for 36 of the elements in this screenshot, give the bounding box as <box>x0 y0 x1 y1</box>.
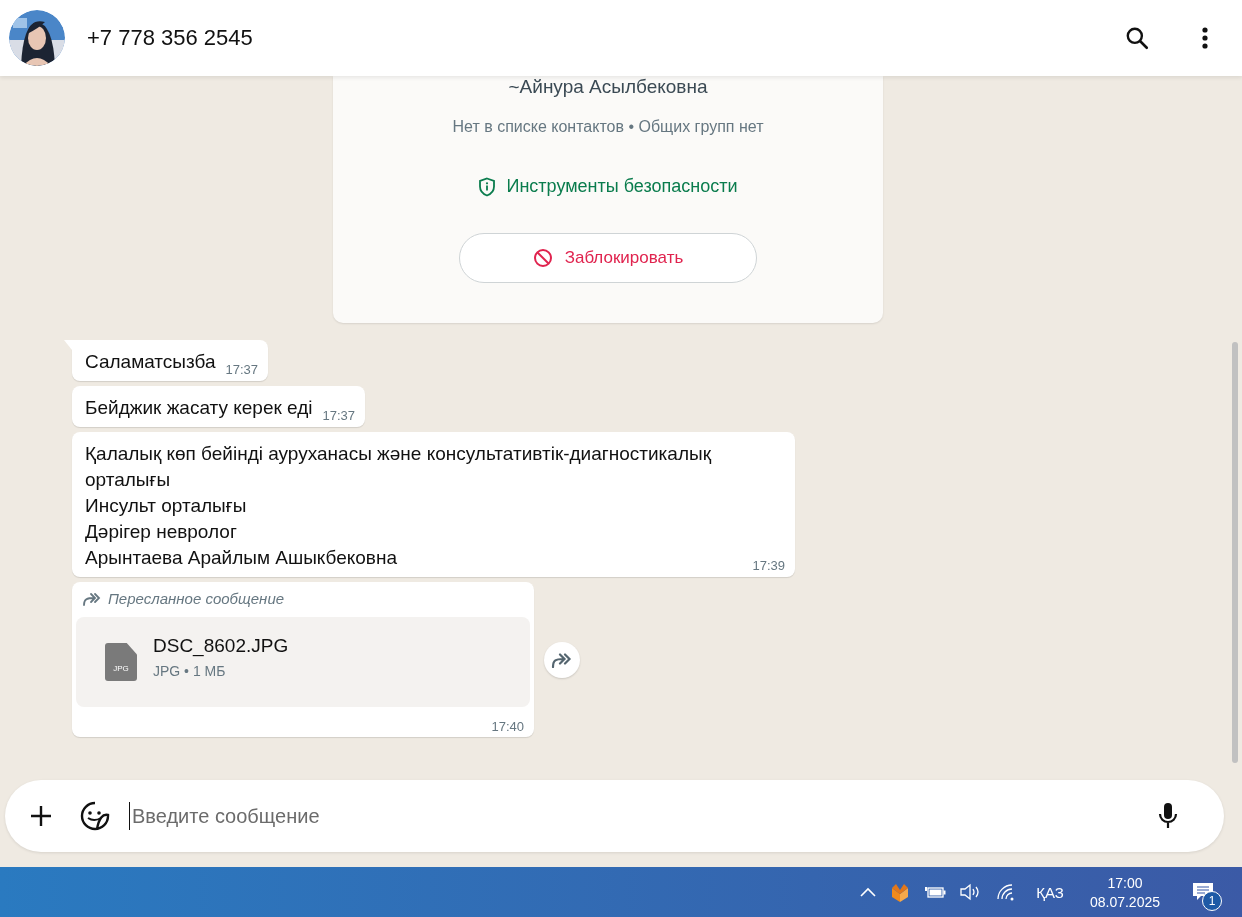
file-name: DSC_8602.JPG <box>153 635 289 657</box>
forwarded-label: Пересланное сообщение <box>108 590 285 607</box>
block-icon <box>532 248 553 268</box>
message-time: 17:39 <box>752 558 785 573</box>
forward-button[interactable] <box>544 641 580 678</box>
battery-icon[interactable] <box>924 885 947 899</box>
file-icon: JPG <box>105 643 137 681</box>
microphone-icon <box>1158 802 1178 830</box>
app-tray-icon[interactable] <box>890 882 911 902</box>
message-text: Қалалық көп бейінді ауруханасы және консультативтік-диагностикалық орталығы Инсульт орталығы Дәрігер невролог Арынтаева Арайлым Ашыкбековна <box>85 442 713 570</box>
message-time: 17:40 <box>491 719 524 734</box>
forward-icon <box>82 591 102 606</box>
shield-icon <box>478 176 497 197</box>
message-text: Бейджик жасату керек еді <box>85 396 313 420</box>
forward-icon <box>551 651 573 668</box>
safety-tools-link[interactable]: Инструменты безопасности <box>478 176 738 197</box>
notification-badge: 1 <box>1202 891 1222 911</box>
search-icon <box>1124 25 1150 51</box>
message-time: 17:37 <box>225 362 259 377</box>
more-icon <box>1201 26 1209 50</box>
plus-icon <box>30 805 52 827</box>
message-input[interactable]: Введите сообщение <box>129 802 1150 830</box>
file-meta: JPG • 1 МБ <box>153 663 227 679</box>
file-attachment[interactable]: JPG DSC_8602.JPG JPG • 1 МБ <box>76 617 530 707</box>
notification-button[interactable]: 1 <box>1186 875 1220 909</box>
chevron-up-icon[interactable] <box>860 887 877 897</box>
message-text: Саламатсызба <box>85 350 216 374</box>
sticker-icon <box>80 801 110 831</box>
contact-phone: +7 778 356 2545 <box>87 25 253 51</box>
contact-status: Нет в списке контактов • Общих групп нет <box>452 118 764 136</box>
contact-name: ~Айнура Асылбековна <box>508 76 708 98</box>
message-composer[interactable]: Введите сообщение <box>5 780 1224 852</box>
input-language[interactable]: ҚАЗ <box>1036 883 1064 901</box>
system-clock[interactable]: 17:00 08.07.2025 <box>1083 873 1166 911</box>
message-time: 17:37 <box>322 408 356 423</box>
block-button[interactable]: Заблокировать <box>459 233 757 283</box>
